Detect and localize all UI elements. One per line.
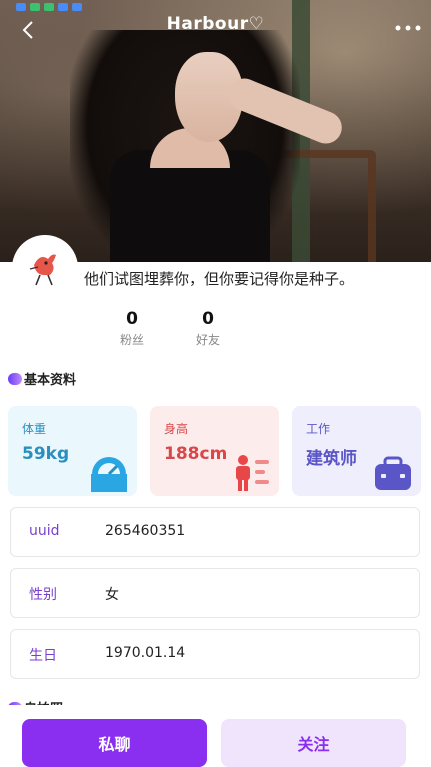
stat-fans-count: 0 xyxy=(126,309,138,329)
card-job-value: 建筑师 xyxy=(306,449,357,469)
card-job-title: 工作 xyxy=(306,422,331,436)
section-marker-icon xyxy=(8,372,22,385)
field-uuid: uuid 265460351 xyxy=(10,507,420,557)
card-height: 身高 188cm xyxy=(150,406,279,496)
field-birthday-label: 生日 xyxy=(29,648,57,664)
field-birthday: 生日 1970.01.14 xyxy=(10,629,420,679)
more-button[interactable] xyxy=(391,16,425,40)
fox-avatar-icon xyxy=(29,254,56,286)
gauge-icon xyxy=(91,457,127,492)
section-basic-info-title: 基本资料 xyxy=(24,373,77,388)
card-job: 工作 建筑师 xyxy=(292,406,421,496)
bottom-action-bar: 私聊 关注 xyxy=(0,705,431,767)
stat-fans-label: 粉丝 xyxy=(119,333,144,347)
top-bar: Harbour♡ xyxy=(0,0,431,56)
avatar[interactable] xyxy=(14,237,76,299)
field-uuid-value: 265460351 xyxy=(105,523,186,539)
field-birthday-value: 1970.01.14 xyxy=(105,645,186,661)
section-basic-info: 基本资料 xyxy=(8,369,76,388)
field-uuid-label: uuid xyxy=(29,523,60,539)
field-gender-value: 女 xyxy=(105,587,119,603)
card-weight-title: 体重 xyxy=(22,422,47,436)
height-icon xyxy=(236,455,269,491)
stat-friends-label: 好友 xyxy=(195,333,220,347)
stat-fans[interactable]: 0 粉丝 xyxy=(102,309,162,348)
field-gender-label: 性别 xyxy=(29,587,57,603)
chat-button[interactable]: 私聊 xyxy=(22,719,207,767)
follow-button[interactable]: 关注 xyxy=(221,719,406,767)
stat-friends-count: 0 xyxy=(202,309,214,329)
card-height-value: 188cm xyxy=(164,444,228,464)
briefcase-icon xyxy=(375,456,411,490)
card-weight-value: 59kg xyxy=(22,444,70,464)
stat-friends[interactable]: 0 好友 xyxy=(178,309,238,348)
page-title: Harbour♡ xyxy=(166,14,265,34)
card-weight: 体重 59kg xyxy=(8,406,137,496)
field-gender: 性别 女 xyxy=(10,568,420,618)
profile-signature: 他们试图埋葬你，但你要记得你是种子。 xyxy=(84,270,355,288)
more-dots-icon xyxy=(395,25,421,31)
status-bar-icons xyxy=(16,0,126,11)
card-height-title: 身高 xyxy=(164,422,189,436)
